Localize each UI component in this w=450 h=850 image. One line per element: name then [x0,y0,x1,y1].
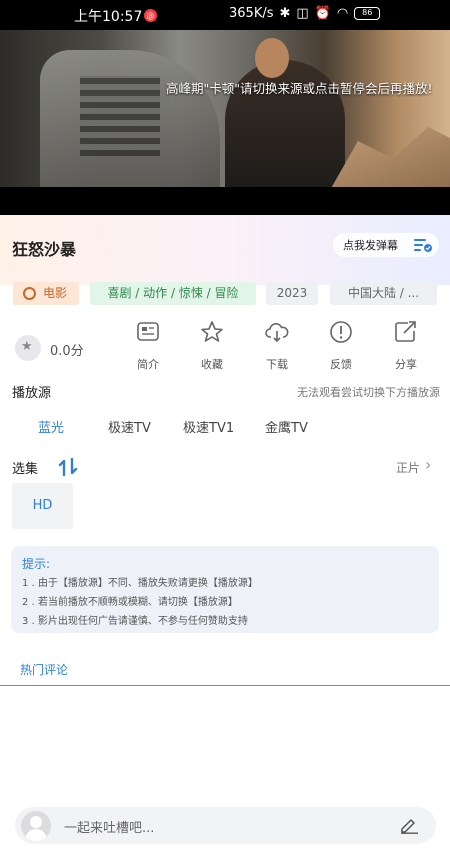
status-time: 上午10:57 [74,9,143,25]
film-reel-icon [23,287,36,300]
video-frame-detail [80,76,160,156]
genre-tag: 喜剧 / 动作 / 惊悚 / 冒险 [90,282,256,305]
rating-value: 0.0分 [50,344,84,359]
status-indicators: 365K/s ✱ ◫ ⏰ ◠ 86 [229,6,381,21]
danmu-button-label: 点我发弹幕 [343,239,398,252]
episodes-link[interactable]: 正片 [396,455,431,476]
alarm-icon: ⏰ [314,6,331,21]
comment-input[interactable]: 一起来吐槽吧... [64,817,154,836]
type-tag: 电影 [13,282,79,305]
source-section-hint: 无法观看尝试切换下方播放源 [297,386,440,399]
region-tag: 中国大陆 / ... [330,282,437,305]
status-bar: 上午10:57 @ 365K/s ✱ ◫ ⏰ ◠ 86 [0,0,450,30]
share-icon [395,321,416,342]
episode-item[interactable]: HD [12,483,73,529]
feedback-icon [330,321,352,343]
video-player[interactable]: 高峰期"卡顿"请切换来源或点击暂停会后再播放! [0,30,450,187]
intro-button[interactable]: 简介 [128,320,168,372]
vibrate-icon: ◫ [296,6,309,21]
tip-line: 3 . 影片出现任何广告请谨慎、不参与任何赞助支持 [22,616,248,627]
battery-icon: 86 [354,7,381,20]
video-frame-head [255,38,289,78]
video-message: 高峰期"卡顿"请切换来源或点击暂停会后再播放! [166,81,433,96]
movie-title: 狂怒沙暴 [12,240,77,259]
divider [0,685,450,686]
rating-star-icon: ★ [15,335,41,361]
pen-icon[interactable] [399,816,419,834]
intro-icon [137,322,159,341]
feedback-label: 反馈 [330,358,352,371]
cloud-download-icon [265,323,289,343]
share-button[interactable]: 分享 [386,320,426,372]
user-avatar [21,811,51,841]
tip-line: 2 . 若当前播放不顺畅或模糊、请切换【播放源】 [22,597,238,608]
download-button[interactable]: 下载 [257,320,297,372]
network-speed: 365K/s [229,6,274,21]
intro-label: 简介 [137,358,159,371]
share-label: 分享 [395,358,417,371]
source-tab-jisutv[interactable]: 极速TV [108,417,151,436]
favorite-label: 收藏 [201,358,223,371]
year-tag: 2023 [266,282,318,305]
detail-panel [0,215,450,850]
comment-bar[interactable]: 一起来吐槽吧... [15,807,436,844]
notification-badge: @ [144,9,157,22]
feedback-button[interactable]: 反馈 [321,320,361,372]
source-tab-jisutv1[interactable]: 极速TV1 [183,417,234,436]
bluetooth-icon: ✱ [279,6,291,21]
sort-icon[interactable] [58,458,80,476]
favorite-button[interactable]: 收藏 [192,320,232,372]
danmu-settings-icon[interactable] [414,238,432,252]
episodes-title: 选集 [12,462,39,477]
star-icon [201,321,223,342]
hot-comments-tab[interactable]: 热门评论 [20,661,68,678]
tips-title: 提示: [22,557,51,571]
video-letterbox [0,187,450,215]
video-frame-cliff [330,127,450,187]
source-tab-jinyingtv[interactable]: 金鹰TV [265,417,308,436]
source-tab-bluray[interactable]: 蓝光 [38,417,64,436]
tips-box: 提示: 1 . 由于【播放源】不同、播放失败请更换【播放源】 2 . 若当前播放… [11,546,439,633]
wifi-icon: ◠ [336,6,349,21]
download-label: 下载 [266,358,288,371]
source-section-title: 播放源 [12,386,52,401]
tip-line: 1 . 由于【播放源】不同、播放失败请更换【播放源】 [22,578,258,589]
